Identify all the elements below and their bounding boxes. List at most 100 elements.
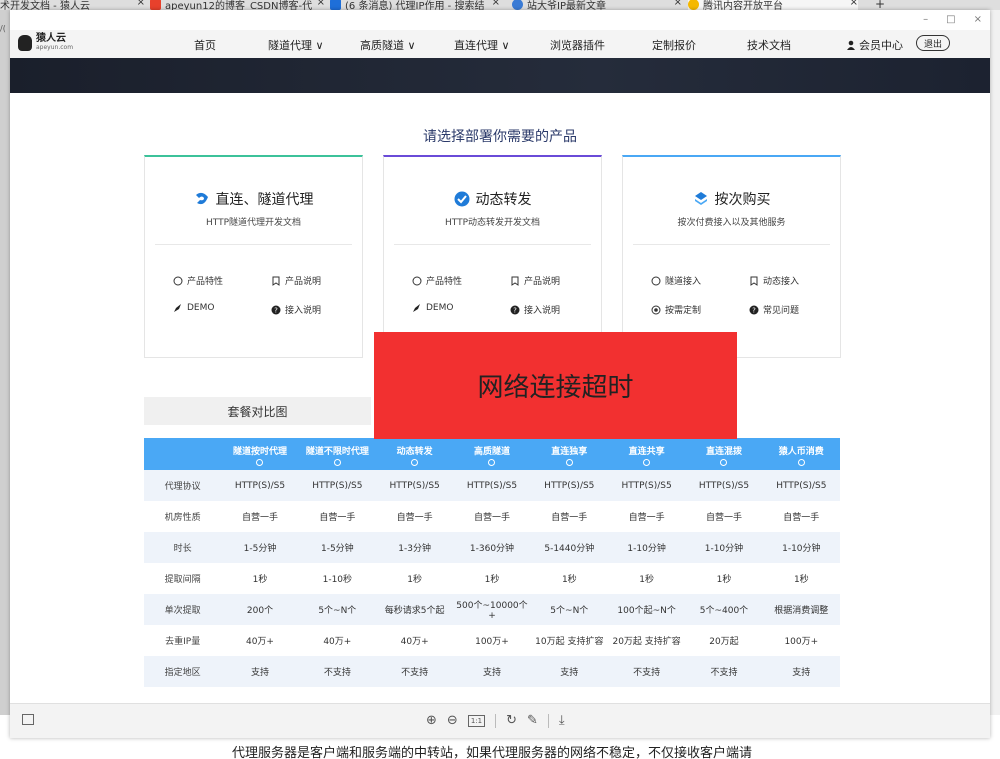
tab-close-icon[interactable]: ×	[850, 0, 858, 8]
table-cell: HTTP(S)/S5	[453, 470, 531, 501]
card-link-demo[interactable]: DEMO	[173, 303, 214, 313]
background-article-text: 代理服务器是客户端和服务端的中转站，如果代理服务器的网络不稳定，不仅接收客户端请	[232, 746, 753, 759]
card-title: 直连、隧道代理	[145, 189, 362, 209]
tab-close-icon[interactable]: ×	[492, 0, 500, 8]
nav-tech-docs[interactable]: 技术文档	[747, 37, 791, 53]
site-logo[interactable]: 猿人云 apeyun.com	[18, 34, 73, 52]
nav-custom-quote[interactable]: 定制报价	[652, 37, 696, 53]
tab-close-icon[interactable]: ×	[317, 0, 325, 8]
card-title-text: 直连、隧道代理	[215, 192, 314, 208]
table-header-cell[interactable]: 动态转发	[375, 438, 454, 470]
info-icon[interactable]	[565, 459, 573, 466]
header-label: 隧道按时代理	[232, 447, 287, 457]
maximize-button[interactable]: □	[946, 14, 955, 25]
logout-button[interactable]: 退出	[916, 35, 950, 51]
zoom-out-icon[interactable]: ⊖	[447, 713, 458, 728]
table-cell: 不支持	[375, 656, 454, 687]
bookmark-icon	[272, 276, 280, 286]
bookmark-icon	[750, 276, 758, 286]
card-link-access[interactable]: ? 接入说明	[510, 303, 560, 316]
info-icon[interactable]	[643, 459, 651, 466]
browser-tab-active[interactable]: 腾讯内容开放平台 ×	[688, 0, 858, 10]
toolbar-divider	[495, 713, 497, 728]
logo-text: 猿人云 apeyun.com	[36, 34, 73, 52]
tab-close-icon[interactable]: ×	[674, 0, 682, 8]
table-row-header: 时长	[144, 532, 222, 563]
table-header-cell	[144, 438, 222, 470]
zhihu-icon	[330, 0, 341, 10]
browser-tab[interactable]: (6 条消息) 代理IP作用 - 搜索结 ×	[330, 0, 500, 10]
card-link-demo[interactable]: DEMO	[412, 303, 453, 313]
download-icon[interactable]: ⤓	[559, 713, 565, 728]
zoom-in-icon[interactable]: ⊕	[426, 713, 437, 728]
close-button[interactable]: ×	[974, 14, 982, 25]
question-circle-icon: ?	[510, 305, 520, 314]
rocket-icon	[174, 304, 181, 312]
compare-tab[interactable]: 套餐对比图	[144, 397, 371, 425]
card-link-features[interactable]: 产品特性	[173, 274, 223, 287]
card-link-description[interactable]: 产品说明	[271, 274, 321, 287]
table-header-cell[interactable]: 直连混拨	[685, 438, 763, 470]
table-cell: 40万+	[245, 637, 274, 647]
rotate-icon[interactable]: ↻	[506, 713, 517, 728]
nav-tunnel-proxy[interactable]: 隧道代理 ∨	[268, 37, 324, 53]
table-cell: HTTP(S)/S5	[685, 470, 763, 501]
card-link-description[interactable]: 产品说明	[510, 274, 560, 287]
nav-browser-plugin[interactable]: 浏览器插件	[550, 37, 605, 53]
table-cell: 20万起	[709, 637, 739, 647]
layers-icon	[694, 192, 707, 205]
table-cell: HTTP(S)/S5	[530, 470, 608, 501]
table-row-header: 去重IP量	[165, 637, 201, 647]
card-link-dynamic-access[interactable]: 动态接入	[749, 274, 799, 287]
product-card-dynamic-forward[interactable]: 动态转发 HTTP动态转发开发文档 产品特性 产品说明 DEMO ? 接入说明	[383, 155, 602, 358]
table-header-cell[interactable]: 猿人币消费	[762, 438, 840, 470]
product-card-direct-tunnel[interactable]: 直连、隧道代理 HTTP隧道代理开发文档 产品特性 产品说明 DEMO ? 接入…	[144, 155, 363, 358]
edit-pencil-icon[interactable]: ✎	[527, 713, 538, 728]
info-icon[interactable]	[488, 459, 496, 466]
card-link-label: DEMO	[426, 303, 454, 313]
site-nav-bar: 猿人云 apeyun.com 首页 隧道代理 ∨ 高质隧道 ∨ 直连代理 ∨ 浏…	[10, 30, 990, 58]
table-row: 机房性质 自营一手 自营一手 自营一手 自营一手 自营一手 自营一手 自营一手 自营一手	[144, 501, 840, 532]
actual-size-icon[interactable]: 1:1	[467, 714, 486, 727]
card-link-faq[interactable]: ? 常见问题	[749, 303, 799, 316]
table-header-cell[interactable]: 高质隧道	[453, 438, 531, 470]
thumbnail-panel-icon[interactable]	[22, 714, 34, 725]
browser-tab[interactable]: 站大爷IP最新文章 ×	[512, 0, 682, 10]
member-center-label: 会员中心	[859, 39, 903, 52]
table-cell: 40万+	[400, 637, 429, 647]
info-icon[interactable]	[720, 459, 728, 466]
nav-direct-proxy[interactable]: 直连代理 ∨	[454, 37, 510, 53]
nav-home[interactable]: 首页	[194, 37, 216, 53]
viewer-toolbar: ⊕ ⊖ 1:1 ↻ ✎ ⤓	[10, 703, 990, 738]
member-center-link[interactable]: 会员中心	[846, 37, 903, 53]
new-tab-button[interactable]: +	[875, 0, 885, 10]
info-icon[interactable]	[411, 459, 419, 466]
table-cell: 1-10分钟	[685, 532, 763, 563]
minimize-button[interactable]: –	[923, 14, 928, 25]
product-card-pay-per-use[interactable]: 按次购买 按次付费接入以及其他服务 隧道接入 动态接入 按需定制 ? 常见问题	[622, 155, 841, 358]
card-link-access[interactable]: ? 接入说明	[271, 303, 321, 316]
table-header-cell[interactable]: 隧道不限时代理	[298, 438, 376, 470]
svg-text:?: ?	[274, 306, 278, 314]
table-cell: 1-10分钟	[607, 532, 686, 563]
card-link-custom[interactable]: 按需定制	[651, 303, 701, 316]
card-link-features[interactable]: 产品特性	[412, 274, 462, 287]
table-row: 时长 1-5分钟 1-5分钟 1-3分钟 1-360分钟 5-1440分钟 1-10分钟 1-…	[144, 532, 840, 563]
table-header-cell[interactable]: 直连共享	[607, 438, 686, 470]
table-header-cell[interactable]: 隧道按时代理	[221, 438, 299, 470]
table-cell: 100万+	[475, 637, 509, 647]
table-cell: 自营一手	[396, 513, 433, 523]
tab-close-icon[interactable]: ×	[137, 0, 145, 8]
info-icon[interactable]	[797, 459, 805, 466]
table-cell: 支持	[453, 656, 531, 687]
table-cell: 支持	[221, 656, 299, 687]
info-icon[interactable]	[333, 459, 341, 466]
card-link-tunnel-access[interactable]: 隧道接入	[651, 274, 701, 287]
table-row-header: 代理协议	[144, 470, 222, 501]
browser-tab[interactable]: apeyun12的博客_CSDN博客-代 ×	[150, 0, 325, 10]
table-header-cell[interactable]: 直连独享	[530, 438, 608, 470]
info-icon[interactable]	[256, 459, 264, 466]
browser-tab[interactable]: 术开发文档 - 猿人云 ×	[0, 0, 145, 10]
rocket-icon	[413, 304, 420, 312]
nav-hq-tunnel[interactable]: 高质隧道 ∨	[360, 37, 416, 53]
